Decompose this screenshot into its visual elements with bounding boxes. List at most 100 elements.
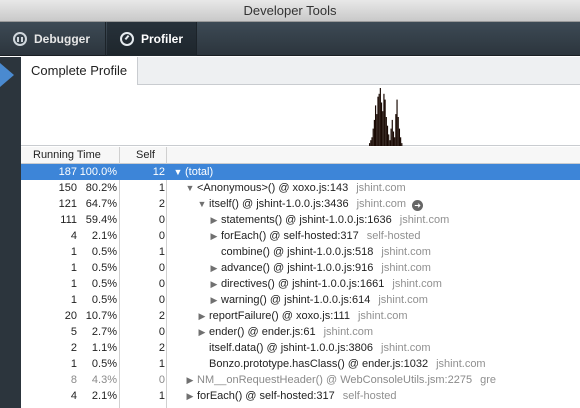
function-cell: Bonzo.prototype.hasClass() @ ender.js:10… (195, 356, 486, 372)
call-tree-row[interactable]: 8 4.3% 0 ▶ NM__onRequestHeader() @ WebConsol… (21, 372, 580, 388)
function-host[interactable]: jshint.com (381, 342, 431, 354)
tab-profiler-label: Profiler (141, 32, 184, 46)
running-time-percent: 0.5% (91, 278, 117, 290)
function-name: reportFailure() @ xoxo.js:111 (209, 310, 350, 322)
function-cell: ▶ warning() @ jshint-1.0.0.js:614 jshint.c… (207, 292, 428, 308)
collapsed-arrow-icon[interactable]: ▶ (207, 260, 221, 276)
graph-bar (374, 105, 377, 146)
function-host[interactable]: jshint.com (400, 214, 450, 226)
column-self[interactable]: Self (136, 147, 155, 164)
collapsed-arrow-icon[interactable]: ▶ (207, 292, 221, 308)
call-tree-row[interactable]: 20 10.7% 2 ▶ reportFailure() @ xoxo.js:111 js… (21, 308, 580, 324)
complete-profile-tab[interactable]: Complete Profile (21, 57, 139, 85)
running-time-ms: 150 (58, 182, 77, 194)
self-time: 0 (158, 214, 165, 226)
call-tree-row[interactable]: 121 64.7% 2 ▼ itself() @ jshint-1.0.0.js:343… (21, 196, 580, 212)
view-source-icon[interactable]: ➜ (412, 200, 424, 211)
function-host[interactable]: jshint.com (392, 278, 442, 290)
call-tree-row[interactable]: 5 2.7% 0 ▶ ender() @ ender.js:61 jshint.com (21, 324, 580, 340)
profile-header: Complete Profile (21, 57, 580, 85)
graph-bar (379, 88, 381, 146)
running-time-percent: 2.1% (91, 230, 117, 242)
self-time: 2 (158, 342, 165, 354)
graph-bar (400, 137, 402, 146)
call-tree-row[interactable]: 1 0.5% 0 ▶ warning() @ jshint-1.0.0.js:614 js… (21, 292, 580, 308)
call-tree-row[interactable]: 1 0.5% 0 ▶ advance() @ jshint-1.0.0.js:916 js… (21, 260, 580, 276)
collapsed-arrow-icon[interactable]: ▶ (183, 388, 197, 404)
running-time-percent: 0.5% (91, 262, 117, 274)
graph-bar (397, 117, 399, 146)
function-host[interactable]: jshint.com (378, 294, 428, 306)
expanded-arrow-icon[interactable]: ▼ (195, 196, 209, 212)
graph-bar (371, 137, 373, 146)
function-cell: ▼ (total) (171, 164, 214, 180)
function-name: itself.data() @ jshint-1.0.0.js:3806 (209, 342, 374, 354)
function-host[interactable]: jshint.com (356, 182, 406, 194)
call-tree-row[interactable]: 4 2.1% 0 ▶ forEach() @ self-hosted:317 self-h… (21, 228, 580, 244)
call-tree-row[interactable]: 150 80.2% 1 ▼ <Anonymous>() @ xoxo.js:143 jsh… (21, 180, 580, 196)
pause-icon (13, 32, 27, 46)
collapsed-arrow-icon[interactable]: ▶ (207, 228, 221, 244)
function-cell: ▼ <Anonymous>() @ xoxo.js:143 jshint.com (183, 180, 406, 196)
function-host[interactable]: jshint.com (357, 198, 407, 210)
column-running-time[interactable]: Running Time (33, 147, 101, 164)
collapsed-arrow-icon[interactable]: ▶ (195, 324, 209, 340)
function-host[interactable]: jshint.com (381, 246, 431, 258)
tab-debugger[interactable]: Debugger (0, 22, 106, 56)
tab-profiler[interactable]: Profiler (107, 22, 197, 56)
graph-bar (391, 119, 393, 146)
running-time-ms: 187 (58, 166, 77, 178)
function-cell: ▶ directives() @ jshint-1.0.0.js:1661 jshi… (207, 276, 442, 292)
function-name: (total) (185, 166, 214, 178)
function-name: forEach() @ self-hosted:317 (221, 230, 359, 242)
call-tree-row[interactable]: 1 0.5% 1 Bonzo.prototype.hasClass() @ ender… (21, 356, 580, 372)
self-time: 12 (152, 166, 165, 178)
expanded-arrow-icon[interactable]: ▼ (171, 164, 185, 180)
function-name: Bonzo.prototype.hasClass() @ ender.js:10… (209, 358, 429, 370)
graph-bar (384, 99, 386, 146)
expanded-arrow-icon[interactable]: ▼ (183, 180, 197, 196)
column-headers: Running Time Self (21, 147, 580, 164)
function-cell: ▼ itself() @ jshint-1.0.0.js:3436 jshint.c… (195, 196, 424, 212)
function-host[interactable]: gre (480, 374, 496, 386)
function-name: statements() @ jshint-1.0.0.js:1636 (221, 214, 392, 226)
graph-bar (377, 96, 379, 146)
self-time: 1 (158, 390, 165, 402)
call-tree-row[interactable]: 111 59.4% 0 ▶ statements() @ jshint-1.0.0.js… (21, 212, 580, 228)
collapsed-arrow-icon[interactable]: ▶ (195, 308, 209, 324)
timeline-graph[interactable] (21, 86, 580, 146)
call-tree: 187 100.0% 12 ▼ (total) 150 80.2% 1 ▼ <Anonymous>… (21, 164, 580, 404)
self-time: 2 (158, 198, 165, 210)
running-time-ms: 1 (70, 278, 77, 290)
call-tree-row[interactable]: 187 100.0% 12 ▼ (total) (21, 164, 580, 180)
running-time-ms: 1 (70, 358, 77, 370)
call-tree-row[interactable]: 1 0.5% 1 combine() @ jshint-1.0.0.js:518 jsh… (21, 244, 580, 260)
call-tree-row[interactable]: 2 1.1% 2 itself.data() @ jshint-1.0.0.js:38… (21, 340, 580, 356)
function-host[interactable]: self-hosted (367, 230, 421, 242)
function-cell: ▶ forEach() @ self-hosted:317 self-hosted (183, 388, 397, 404)
function-host[interactable]: self-hosted (343, 390, 397, 402)
running-time-percent: 100.0% (79, 166, 117, 178)
function-host[interactable]: jshint.com (358, 310, 408, 322)
running-time-percent: 0.5% (91, 358, 117, 370)
function-cell: ▶ statements() @ jshint-1.0.0.js:1636 jshi… (207, 212, 450, 228)
function-host[interactable]: jshint.com (381, 262, 431, 274)
running-time-percent: 59.4% (85, 214, 117, 226)
collapsed-arrow-icon[interactable]: ▶ (207, 212, 221, 228)
self-time: 1 (158, 246, 165, 258)
call-tree-row[interactable]: 1 0.5% 0 ▶ directives() @ jshint-1.0.0.js:16… (21, 276, 580, 292)
timeline-graph-svg (369, 88, 403, 146)
call-tree-row[interactable]: 4 2.1% 1 ▶ forEach() @ self-hosted:317 self-h… (21, 388, 580, 404)
running-time-ms: 2 (70, 342, 77, 354)
function-host[interactable]: jshint.com (436, 358, 486, 370)
function-cell: ▶ NM__onRequestHeader() @ WebConsoleUtils… (183, 372, 496, 388)
running-time-ms: 111 (60, 214, 77, 226)
collapsed-arrow-icon[interactable]: ▶ (207, 276, 221, 292)
selected-profile-marker[interactable] (0, 63, 14, 87)
collapsed-arrow-icon[interactable]: ▶ (183, 372, 197, 388)
graph-bar (398, 128, 401, 146)
function-host[interactable]: jshint.com (324, 326, 374, 338)
graph-bar (389, 140, 391, 146)
running-time-percent: 80.2% (85, 182, 117, 194)
running-time-ms: 4 (70, 390, 77, 402)
